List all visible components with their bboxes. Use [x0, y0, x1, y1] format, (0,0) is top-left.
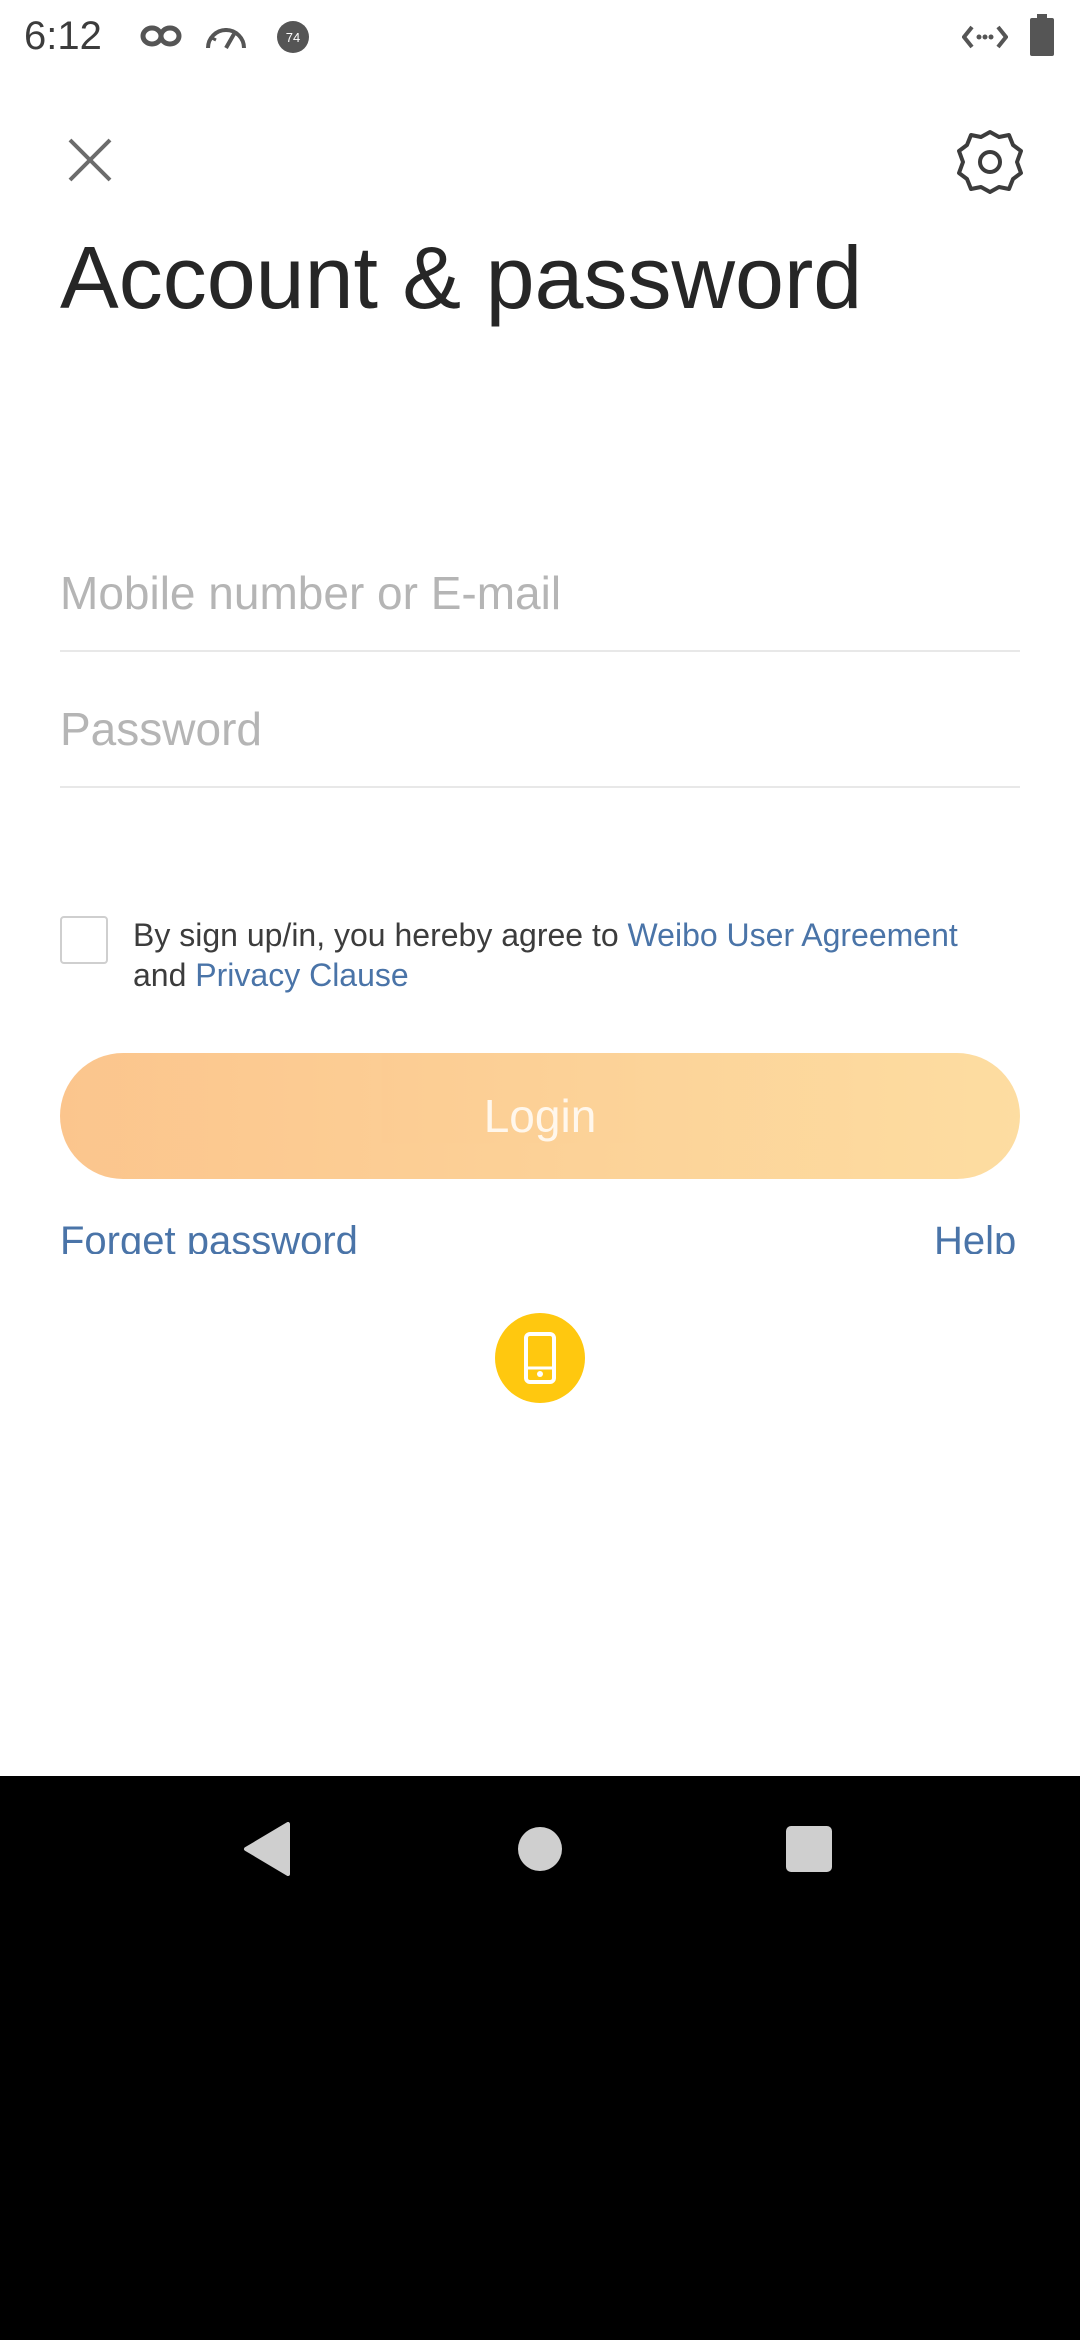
password-input[interactable] — [60, 694, 1020, 764]
agreement-text: By sign up/in, you hereby agree to Weibo… — [133, 915, 1013, 995]
page-title: Account & password — [60, 228, 863, 327]
back-triangle-icon[interactable] — [242, 1822, 292, 1876]
agreement-middle: and — [133, 957, 196, 993]
user-agreement-link[interactable]: Weibo User Agreement — [628, 917, 958, 953]
home-circle-icon[interactable] — [517, 1826, 563, 1872]
close-button[interactable] — [58, 128, 122, 192]
battery-icon — [1030, 14, 1054, 56]
svg-text:74: 74 — [286, 30, 300, 45]
login-button[interactable]: Login — [60, 1053, 1020, 1179]
status-bar: 6:12 74 — [0, 0, 1080, 72]
agreement-prefix: By sign up/in, you hereby agree to — [133, 917, 628, 953]
mobile-email-field — [60, 550, 1020, 652]
password-field — [60, 686, 1020, 788]
close-icon — [68, 138, 112, 182]
privacy-clause-link[interactable]: Privacy Clause — [195, 957, 408, 993]
recents-square-icon[interactable] — [786, 1826, 832, 1872]
gear-icon — [957, 130, 1023, 194]
status-time: 6:12 — [24, 14, 102, 58]
settings-button[interactable] — [954, 126, 1026, 198]
agreement-checkbox[interactable] — [60, 916, 108, 964]
login-screen: 6:12 74 Account & password Mobile number… — [0, 0, 1080, 1776]
login-label: Login — [483, 1090, 597, 1142]
phone-login-button[interactable] — [495, 1313, 585, 1403]
forget-password-link[interactable]: Forget password — [60, 1218, 358, 1254]
mobile-phone-icon — [524, 1332, 556, 1384]
help-link[interactable]: Help — [934, 1218, 1016, 1254]
speedometer-icon — [206, 28, 246, 49]
badge-74-icon: 74 — [277, 21, 309, 53]
code-arrows-icon — [962, 25, 1008, 49]
mobile-email-input[interactable] — [60, 558, 1020, 628]
navigation-bar — [0, 1776, 1080, 1920]
infinity-icon — [140, 25, 182, 47]
